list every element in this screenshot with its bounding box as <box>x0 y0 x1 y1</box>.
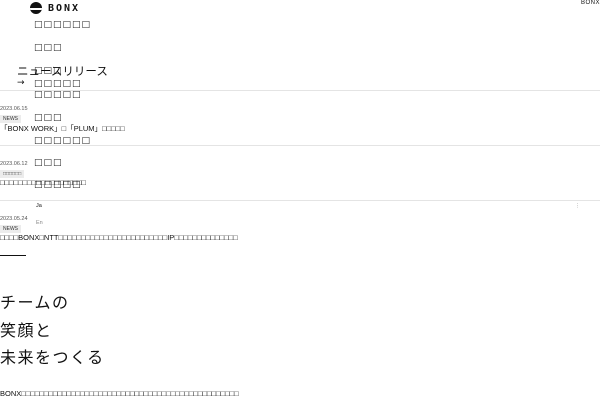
brand-logo[interactable]: BONX <box>30 2 80 14</box>
hero-line: 笑顔と <box>0 321 53 340</box>
section-rule <box>0 255 26 256</box>
logo-mark-icon <box>30 2 42 14</box>
nav-item[interactable]: □□□□□□ <box>34 20 91 30</box>
top-right-label[interactable]: BONX <box>581 0 600 6</box>
divider <box>0 200 600 201</box>
news-date: 2023.06.12 <box>0 161 28 167</box>
lang-ja[interactable]: Ja <box>36 203 42 209</box>
hero-line: 未来をつくる <box>0 348 105 367</box>
news-badge: NEWS <box>0 225 21 233</box>
news-badge: □□□□□□ <box>0 170 25 178</box>
news-badge: NEWS <box>0 115 21 123</box>
divider <box>0 145 600 146</box>
intro-text: BONX□□□□□□□□□□□□□□□□□□□□□□□□□□□□□□□□□□□□… <box>0 389 239 398</box>
news-item-title[interactable]: 「BONX WORK」□「PLUM」□□□□□ <box>0 123 125 134</box>
news-item-title[interactable]: □□□□□□□□□□□□□□□□□□□ <box>0 178 86 187</box>
news-section-title: ニュースリリース <box>17 66 108 78</box>
lang-en[interactable]: En <box>36 220 43 226</box>
news-date: 2023.05.24 <box>0 216 28 222</box>
hero-line: チームの <box>0 293 70 312</box>
nav-item[interactable]: □□□ <box>34 158 63 168</box>
logo-text: BONX <box>48 2 81 14</box>
news-item-title[interactable]: □□□□BONX□NTT□□□□□□□□□□□□□□□□□□□□□□□□IP□□… <box>0 233 238 242</box>
news-date: 2023.06.15 <box>0 106 28 112</box>
arrow-right-icon[interactable]: → <box>17 78 25 88</box>
more-dots-icon[interactable]: ⋮ <box>575 203 580 209</box>
nav-item[interactable]: □□□□□ <box>34 79 82 89</box>
nav-item[interactable]: □□□ <box>34 43 63 53</box>
nav-item[interactable]: □□□ <box>34 113 63 123</box>
nav-item[interactable]: □□□□□ <box>34 90 82 100</box>
divider <box>0 90 600 91</box>
